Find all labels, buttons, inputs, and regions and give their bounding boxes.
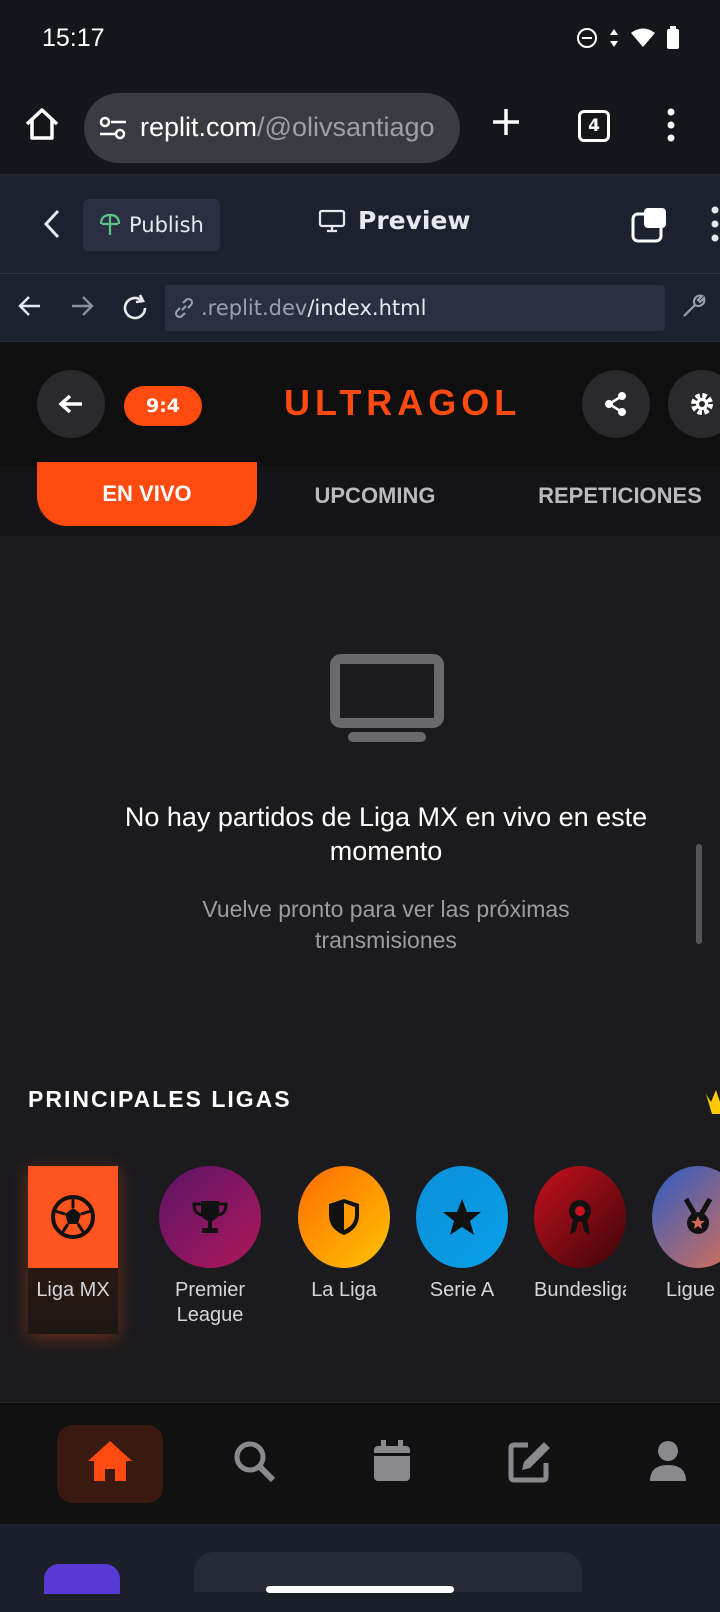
- crown-icon: [706, 1090, 720, 1114]
- windows-icon[interactable]: [630, 206, 670, 244]
- trophy-icon: [192, 1201, 228, 1233]
- link-icon: [174, 297, 194, 319]
- league-item-bundesliga[interactable]: Bundesliga: [534, 1166, 626, 1303]
- league-label: Ligue: [666, 1279, 715, 1301]
- league-avatar: [159, 1166, 261, 1268]
- league-avatar: [28, 1166, 118, 1268]
- user-icon[interactable]: [648, 1439, 688, 1483]
- address-path: /index.html: [307, 296, 427, 320]
- league-label: Serie A: [429, 1279, 495, 1301]
- new-tab-icon[interactable]: [490, 106, 522, 138]
- shield-icon: [329, 1199, 359, 1235]
- preview-tab[interactable]: Preview: [318, 206, 471, 235]
- league-item-liga-mx[interactable]: Liga MX: [28, 1166, 118, 1303]
- site-settings-icon[interactable]: [98, 115, 128, 141]
- league-label: Premier League: [174, 1279, 245, 1326]
- more-icon[interactable]: [710, 206, 720, 242]
- main-content: No hay partidos de Liga MX en vivo en es…: [0, 536, 720, 1402]
- tab-count-button[interactable]: 4: [578, 110, 610, 142]
- league-label: Bundesliga: [534, 1279, 626, 1301]
- preview-navbar: .replit.dev/index.html: [0, 274, 720, 342]
- gear-icon: [691, 393, 713, 415]
- publish-icon: [99, 213, 121, 235]
- league-label: La Liga: [311, 1279, 377, 1301]
- browser-url-bar[interactable]: replit.com/@olivsantiago: [84, 93, 460, 163]
- wifi-icon: [631, 28, 655, 47]
- reload-icon[interactable]: [121, 294, 149, 322]
- dnd-icon: [577, 28, 597, 48]
- gesture-bar[interactable]: [266, 1586, 454, 1593]
- search-icon[interactable]: [232, 1439, 276, 1483]
- calendar-icon[interactable]: [372, 1439, 412, 1483]
- league-item-serie-a[interactable]: Serie A: [416, 1166, 508, 1303]
- preview-address-bar[interactable]: .replit.dev/index.html: [165, 285, 665, 331]
- status-bar: 15:17: [0, 0, 720, 80]
- monitor-icon: [318, 209, 346, 232]
- app-header: 9:4 ULTRAGOL: [0, 342, 720, 466]
- score-badge: 9:4: [124, 386, 202, 426]
- replit-toolbar: Publish Preview: [0, 176, 720, 274]
- league-avatar: [652, 1166, 720, 1268]
- battery-icon: [667, 26, 679, 49]
- league-item-la-liga[interactable]: La Liga: [298, 1166, 390, 1303]
- arrow-left-icon[interactable]: [18, 294, 42, 318]
- award-icon: [569, 1200, 591, 1235]
- app-back-button[interactable]: [37, 370, 105, 438]
- league-avatar: [298, 1166, 390, 1268]
- bottom-app-shape: [44, 1564, 120, 1594]
- scrollbar[interactable]: [696, 844, 702, 944]
- url-path: /@olivsantiago: [257, 112, 435, 142]
- system-nav-bar: [0, 1524, 720, 1612]
- share-button[interactable]: [582, 370, 650, 438]
- arrow-right-icon[interactable]: [70, 294, 94, 318]
- tab-upcoming[interactable]: UPCOMING: [290, 466, 460, 526]
- home-icon[interactable]: [86, 1439, 134, 1483]
- tab-repeticiones[interactable]: REPETICIONES: [520, 466, 720, 526]
- arrow-left-icon: [58, 394, 82, 414]
- match-tabs: EN VIVO UPCOMING REPETICIONES: [0, 462, 720, 536]
- tab-en-vivo[interactable]: EN VIVO: [37, 462, 257, 526]
- league-item-premier-league[interactable]: Premier League: [150, 1166, 270, 1328]
- star-icon: [443, 1199, 481, 1235]
- app-logo: ULTRAGOL: [284, 382, 522, 423]
- edit-icon[interactable]: [508, 1439, 552, 1483]
- status-time: 15:17: [42, 24, 105, 52]
- league-label: Liga MX: [36, 1279, 110, 1301]
- data-arrows-icon: [610, 29, 618, 47]
- url-host: replit.com: [140, 112, 258, 142]
- publish-button[interactable]: Publish: [83, 199, 220, 251]
- status-icons: [576, 26, 680, 50]
- medal-icon: [683, 1197, 713, 1234]
- empty-state-title: No hay partidos de Liga MX en vivo en es…: [124, 802, 648, 866]
- home-icon[interactable]: [22, 104, 62, 144]
- league-avatar: [416, 1166, 508, 1268]
- league-item-ligue[interactable]: Ligue: [652, 1166, 720, 1303]
- address-host: .replit.dev: [201, 296, 308, 320]
- empty-state-subtitle: Vuelve pronto para ver las próximas tran…: [202, 896, 570, 953]
- chevron-left-icon[interactable]: [42, 208, 62, 240]
- preview-label: Preview: [358, 206, 471, 235]
- browser-toolbar: replit.com/@olivsantiago 4: [0, 80, 720, 176]
- settings-button[interactable]: [668, 370, 720, 438]
- section-title: PRINCIPALES LIGAS: [28, 1086, 292, 1112]
- browser-menu-icon[interactable]: [666, 108, 676, 142]
- bottom-nav: [0, 1402, 720, 1524]
- browser-url-text: replit.com/@olivsantiago: [140, 112, 435, 143]
- wrench-icon[interactable]: [680, 292, 708, 320]
- publish-label: Publish: [129, 213, 204, 237]
- share-icon: [605, 392, 626, 416]
- league-avatar: [534, 1166, 626, 1268]
- soccer-ball-icon: [51, 1195, 95, 1239]
- tv-icon: [330, 654, 444, 742]
